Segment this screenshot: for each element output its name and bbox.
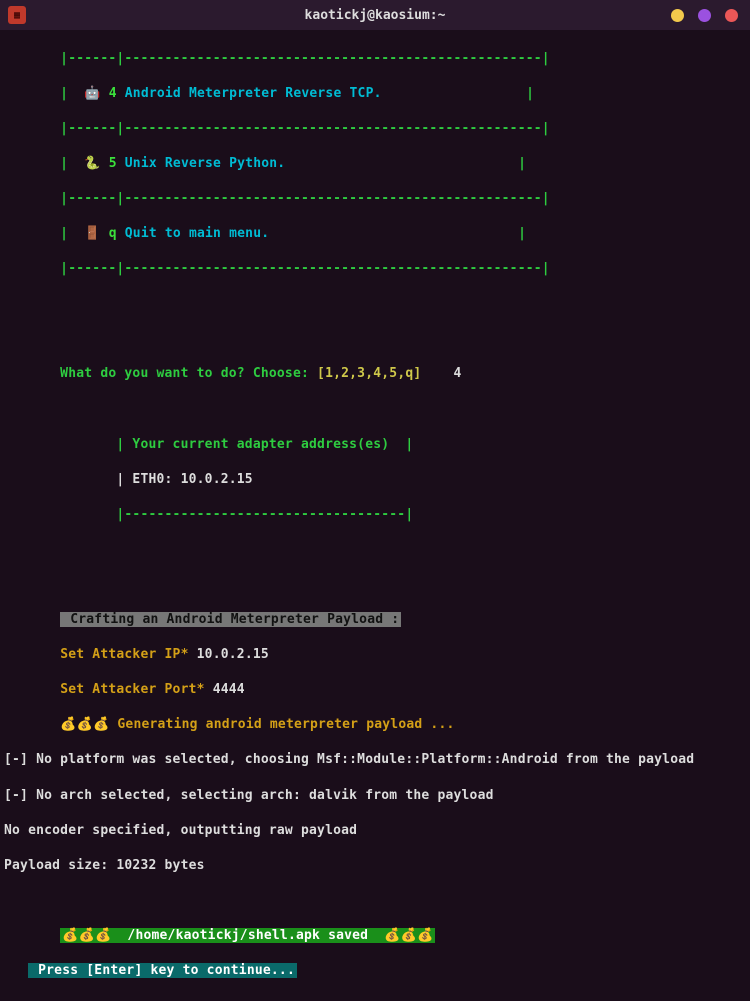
prompt-question: What do you want to do? Choose: — [4, 366, 317, 381]
window-title: kaotickj@kaosium:~ — [305, 8, 446, 23]
continue-prompt[interactable]: Press [Enter] key to continue... — [4, 962, 746, 980]
blank-line — [4, 576, 746, 594]
terminal-output: |------|--------------------------------… — [0, 30, 750, 1001]
window-controls — [671, 9, 738, 22]
blank-line — [4, 295, 746, 313]
menu-label: Android Meterpreter Reverse TCP. — [125, 86, 382, 101]
prompt-line: What do you want to do? Choose: [1,2,3,4… — [4, 365, 746, 383]
minimize-icon[interactable] — [671, 9, 684, 22]
msf-line: No encoder specified, outputting raw pay… — [4, 822, 746, 840]
door-icon: 🚪 — [84, 226, 100, 241]
prompt-input[interactable]: 4 — [454, 366, 462, 381]
menu-item-4[interactable]: | 🤖 4 Android Meterpreter Reverse TCP. | — [4, 85, 746, 103]
craft-title: Crafting an Android Meterpreter Payload … — [4, 611, 746, 629]
attacker-ip: Set Attacker IP* 10.0.2.15 — [4, 646, 746, 664]
msf-line: Payload size: 10232 bytes — [4, 857, 746, 875]
close-icon[interactable] — [725, 9, 738, 22]
generating-line: 💰💰💰 Generating android meterpreter paylo… — [4, 716, 746, 734]
saved-path: /home/kaotickj/shell.apk saved — [111, 928, 384, 943]
app-icon: ▦ — [8, 6, 26, 24]
prompt-options: [1,2,3,4,5,q] — [317, 366, 421, 381]
menu-num: 5 — [109, 156, 117, 171]
attacker-port: Set Attacker Port* 4444 — [4, 681, 746, 699]
adapter-eth: | ETH0: 10.0.2.15 — [4, 471, 746, 489]
menu-label: Quit to main menu. — [125, 226, 269, 241]
moneybag-icon: 💰💰💰 — [384, 928, 433, 943]
blank-line — [4, 330, 746, 348]
menu-border: |------|--------------------------------… — [4, 120, 746, 138]
blank-line — [4, 541, 746, 559]
menu-border: |------|--------------------------------… — [4, 260, 746, 278]
blank-line — [4, 400, 746, 418]
menu-border: |------|--------------------------------… — [4, 50, 746, 68]
menu-num: 4 — [109, 86, 117, 101]
snake-icon: 🐍 — [84, 156, 100, 171]
menu-item-q[interactable]: | 🚪 q Quit to main menu. | — [4, 225, 746, 243]
maximize-icon[interactable] — [698, 9, 711, 22]
blank-line — [4, 892, 746, 910]
moneybag-icon: 💰💰💰 — [60, 717, 109, 732]
menu-num: q — [109, 226, 117, 241]
menu-label: Unix Reverse Python. — [125, 156, 286, 171]
titlebar: ▦ kaotickj@kaosium:~ — [0, 0, 750, 30]
moneybag-icon: 💰💰💰 — [62, 928, 111, 943]
saved-line: 💰💰💰 /home/kaotickj/shell.apk saved 💰💰💰 — [4, 927, 746, 945]
menu-border: |------|--------------------------------… — [4, 190, 746, 208]
msf-line: [-] No arch selected, selecting arch: da… — [4, 787, 746, 805]
titlebar-left: ▦ — [8, 6, 26, 24]
menu-item-5[interactable]: | 🐍 5 Unix Reverse Python. | — [4, 155, 746, 173]
robot-icon: 🤖 — [84, 86, 100, 101]
msf-line: [-] No platform was selected, choosing M… — [4, 751, 746, 769]
adapter-footer: |-----------------------------------| — [4, 506, 746, 524]
adapter-header: | Your current adapter address(es) | — [4, 436, 746, 454]
